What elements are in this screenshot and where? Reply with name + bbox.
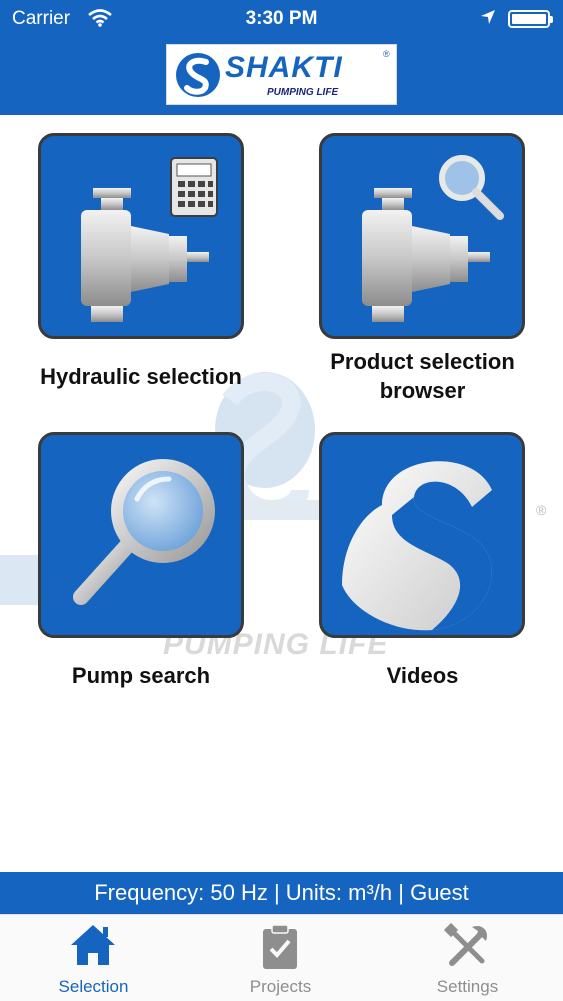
logo-registered-mark: ® (383, 49, 390, 59)
tab-projects-label: Projects (249, 977, 312, 996)
clipboard-icon (263, 924, 297, 969)
product-selection-browser-label: Product selection browser (300, 347, 545, 405)
hydraulic-selection-tile[interactable] (38, 133, 244, 339)
tools-icon (443, 922, 488, 966)
videos-tile[interactable] (319, 432, 525, 638)
pump-search-label: Pump search (10, 661, 272, 690)
status-bar: Carrier 3:30 PM (0, 0, 563, 38)
bottom-tab-bar: Selection Projects Settings (0, 914, 563, 1001)
tile-label-line: browser (379, 378, 466, 403)
tile-label-line: Pump search (71, 663, 211, 688)
pump-search-tile[interactable] (38, 432, 244, 638)
pump-calculator-icon (81, 157, 218, 322)
tab-projects[interactable]: Projects (187, 915, 374, 1001)
tab-selection-label: Selection (58, 977, 129, 996)
logo-wordmark: SHAKTI (225, 51, 343, 84)
logo-tagline: PUMPING LIFE (267, 87, 339, 98)
hydraulic-selection-label: Hydraulic selection (10, 362, 272, 391)
tab-settings-label: Settings (436, 977, 499, 996)
battery-icon (508, 10, 553, 28)
product-selection-browser-tile[interactable] (319, 133, 525, 339)
location-arrow-icon (480, 9, 496, 31)
watermark-registered-mark: ® (536, 502, 547, 518)
magnifier-icon (73, 459, 215, 605)
clock-time: 3:30 PM (245, 8, 318, 29)
videos-label: Videos (300, 661, 545, 690)
tile-label-line: Hydraulic selection (40, 364, 242, 389)
logo-s-mark-icon (176, 53, 220, 97)
tab-settings[interactable]: Settings (374, 915, 561, 1001)
tab-selection[interactable]: Selection (0, 915, 187, 1001)
pump-magnifier-icon (362, 155, 504, 322)
tile-label-line: Product selection (330, 349, 515, 374)
tile-label-line: Videos (386, 663, 459, 688)
frequency-units-bar: Frequency: 50 Hz | Units: m³/h | Guest (0, 872, 563, 914)
home-icon (71, 925, 115, 965)
shakti-logo: SHAKTI PUMPING LIFE ® (166, 44, 397, 105)
shakti-s-logo-icon (342, 461, 492, 631)
app-header: Carrier 3:30 PM SHAKTI PUMPING LIFE ® (0, 0, 563, 115)
